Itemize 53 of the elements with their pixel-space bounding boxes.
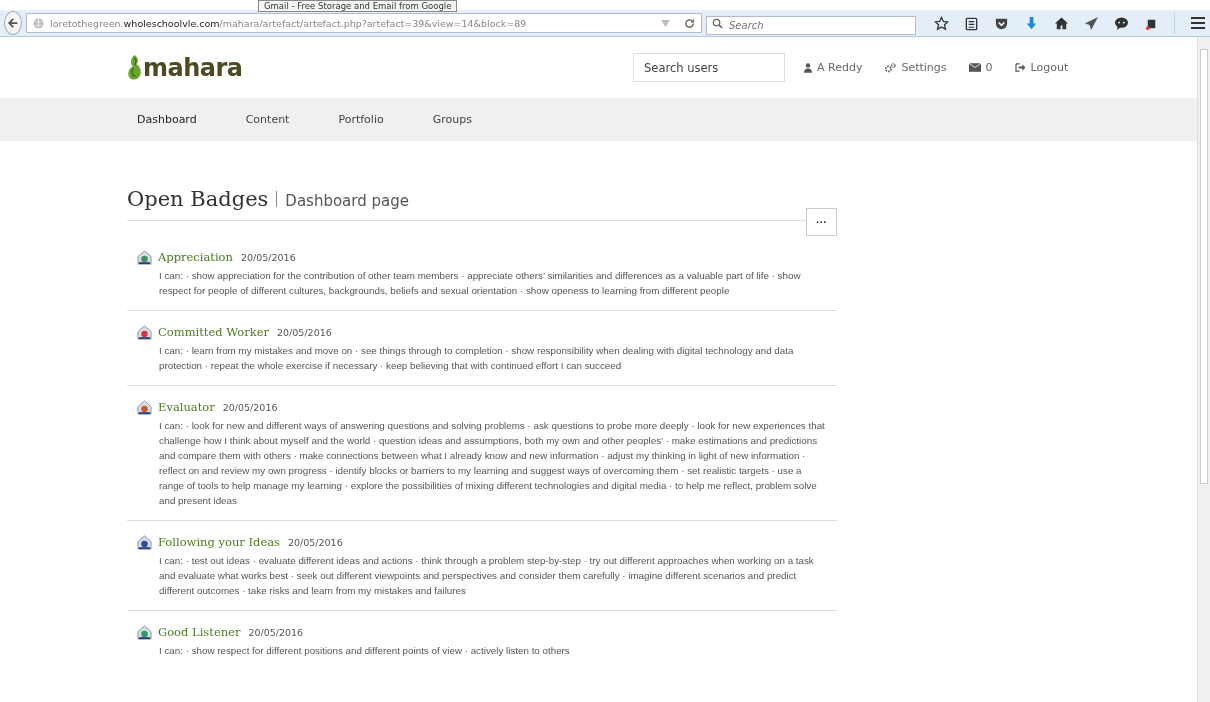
badge-date: 20/05/2016 <box>287 536 343 548</box>
badge-date: 20/05/2016 <box>240 251 296 263</box>
badge-name[interactable]: Following your Ideas <box>158 535 280 549</box>
badge-icon <box>137 249 152 265</box>
badge-description: I can: · look for new and different ways of answering questions and solving problems · ask questions to probe more deeply · look for new experiences that challenge how I think about myself and the world · question ideas and assumptions, both my own and other peoples’ · make estimations and predictions and compare them with others · make connections between what I already know and new information · adjust my thinking in light of new information · reflect on and review my own progress · identify blocks or barriers to my learning and suggest ways of overcoming them · set realistic targets · use a range of tools to help manage my learning · explore the possibilities of mixing different technologies and digital media · to help me reflect, problem solve and present ideas <box>159 419 826 508</box>
badge-date: 20/05/2016 <box>248 626 304 638</box>
badge-icon <box>137 624 152 640</box>
chat-icon[interactable] <box>1114 15 1129 31</box>
browser-search-field[interactable]: Search <box>706 15 916 35</box>
nav-item[interactable]: Groups <box>432 113 472 126</box>
star-icon[interactable] <box>934 15 949 31</box>
badge-name[interactable]: Committed Worker <box>158 325 269 339</box>
badge-name[interactable]: Evaluator <box>158 400 215 414</box>
nav-item[interactable]: Content <box>245 113 290 126</box>
menu-icon[interactable] <box>1190 15 1206 31</box>
badge-icon <box>137 399 152 415</box>
globe-icon <box>33 17 44 29</box>
more-options-button[interactable]: ··· <box>806 208 837 236</box>
nav-item[interactable]: Portfolio <box>338 113 384 126</box>
clipboard-icon[interactable] <box>964 15 979 31</box>
paper-plane-icon[interactable] <box>1084 15 1099 31</box>
logo-text[interactable]: mahara <box>143 53 243 82</box>
reload-icon[interactable] <box>684 17 695 29</box>
search-users-field[interactable]: Search users <box>633 53 785 82</box>
page-title: Open Badges <box>127 187 269 211</box>
user-link[interactable]: A Reddy <box>804 61 863 74</box>
messages-link[interactable]: 0 <box>968 61 993 74</box>
person-icon <box>804 62 812 73</box>
badge-description: I can: · show appreciation for the contribution of other team members · appreciate others’ similarities and differences as a valuable part of life · show respect for people of different cultures, backgrounds, beliefs and sexual orientation · show openess to learning from different people <box>159 269 802 298</box>
back-button[interactable] <box>4 10 22 35</box>
badge-date: 20/05/2016 <box>277 326 332 338</box>
back-arrow-icon <box>6 15 20 30</box>
logout-link[interactable]: Logout <box>1014 61 1069 74</box>
badge-icon <box>137 534 152 550</box>
logout-icon <box>1014 63 1026 72</box>
nav-item[interactable]: Dashboard <box>137 113 197 126</box>
url-text: loretothegreen.wholeschoolvle.com/mahara/artefact/artefact.php?artefact=39&view=14&block=89 <box>50 17 528 29</box>
badge-name[interactable]: Appreciation <box>158 250 233 264</box>
badge-description: I can: · show respect for different positions and different points of view · actively listen to others <box>159 644 571 658</box>
badge-name[interactable]: Good Listener <box>158 625 241 639</box>
badge-description: I can: · test out ideas · evaluate different ideas and actions · think through a problem step-by-step · try out different approaches when working on a task and evaluate what works best · seek out different viewpoints and perspectives and consider them carefully · imagine different scenarios and predict different outcomes · take risks and learn from my mistakes and failures <box>159 554 815 598</box>
scrollbar[interactable] <box>1197 37 1210 702</box>
envelope-icon <box>968 63 981 72</box>
search-icon <box>712 17 723 29</box>
badge-description: I can: · learn from my mistakes and move on · see things through to completion · show responsibility when dealing with digital technology and data protection · repeat the whole exercise if necessary · keep believing that with continued effort I can succeed <box>159 344 795 373</box>
settings-link[interactable]: Settings <box>884 61 947 74</box>
badge-icon <box>137 324 152 340</box>
badge-date: 20/05/2016 <box>222 401 278 413</box>
address-bar[interactable]: loretothegreen.wholeschoolvle.com/mahara/artefact/artefact.php?artefact=39&view=14&block=89 <box>26 13 702 33</box>
leaf-logo-icon <box>127 53 142 82</box>
home-icon[interactable] <box>1054 15 1069 31</box>
page-subtitle: Dashboard page <box>285 192 409 210</box>
tooltip: Gmail - Free Storage and Email from Google <box>258 0 458 12</box>
